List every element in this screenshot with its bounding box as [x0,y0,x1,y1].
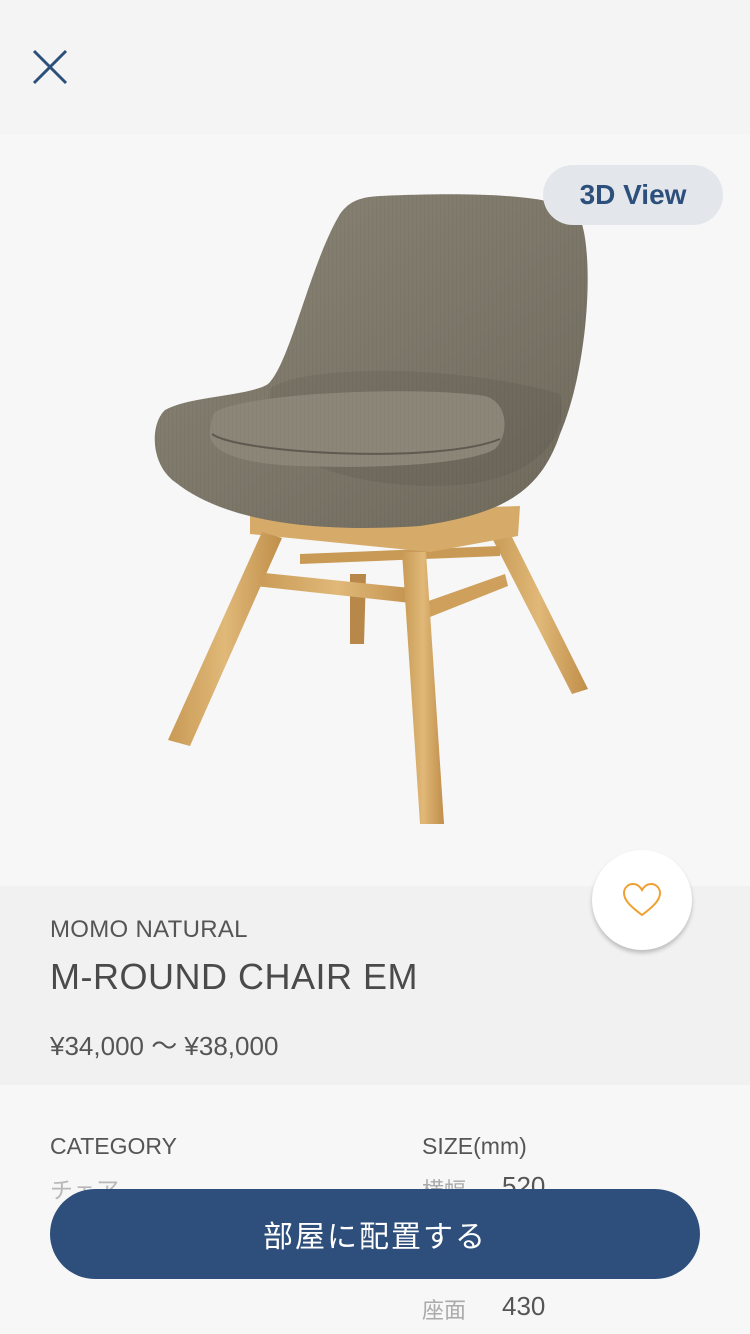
close-button[interactable] [30,47,70,87]
product-info-panel: MOMO NATURAL M-ROUND CHAIR EM ¥34,000 〜 … [0,850,750,1085]
favorite-button[interactable] [592,850,692,950]
size-label: SIZE(mm) [422,1133,527,1159]
product-name: M-ROUND CHAIR EM [50,956,418,997]
brand-name: MOMO NATURAL [50,916,248,943]
3d-view-button[interactable]: 3D View [543,165,723,225]
category-label: CATEGORY [50,1133,177,1159]
close-icon [32,49,68,85]
price-range: ¥34,000 〜 ¥38,000 [50,1031,279,1061]
size-seat-value: 430 [502,1291,546,1321]
chair-product-image [154,194,588,824]
product-image-area: 3D View [0,134,750,886]
heart-outline-icon [622,882,662,917]
place-in-room-button[interactable]: 部屋に配置する [50,1189,700,1279]
size-seat-label: 座面 [422,1298,467,1323]
top-bar [0,0,750,134]
